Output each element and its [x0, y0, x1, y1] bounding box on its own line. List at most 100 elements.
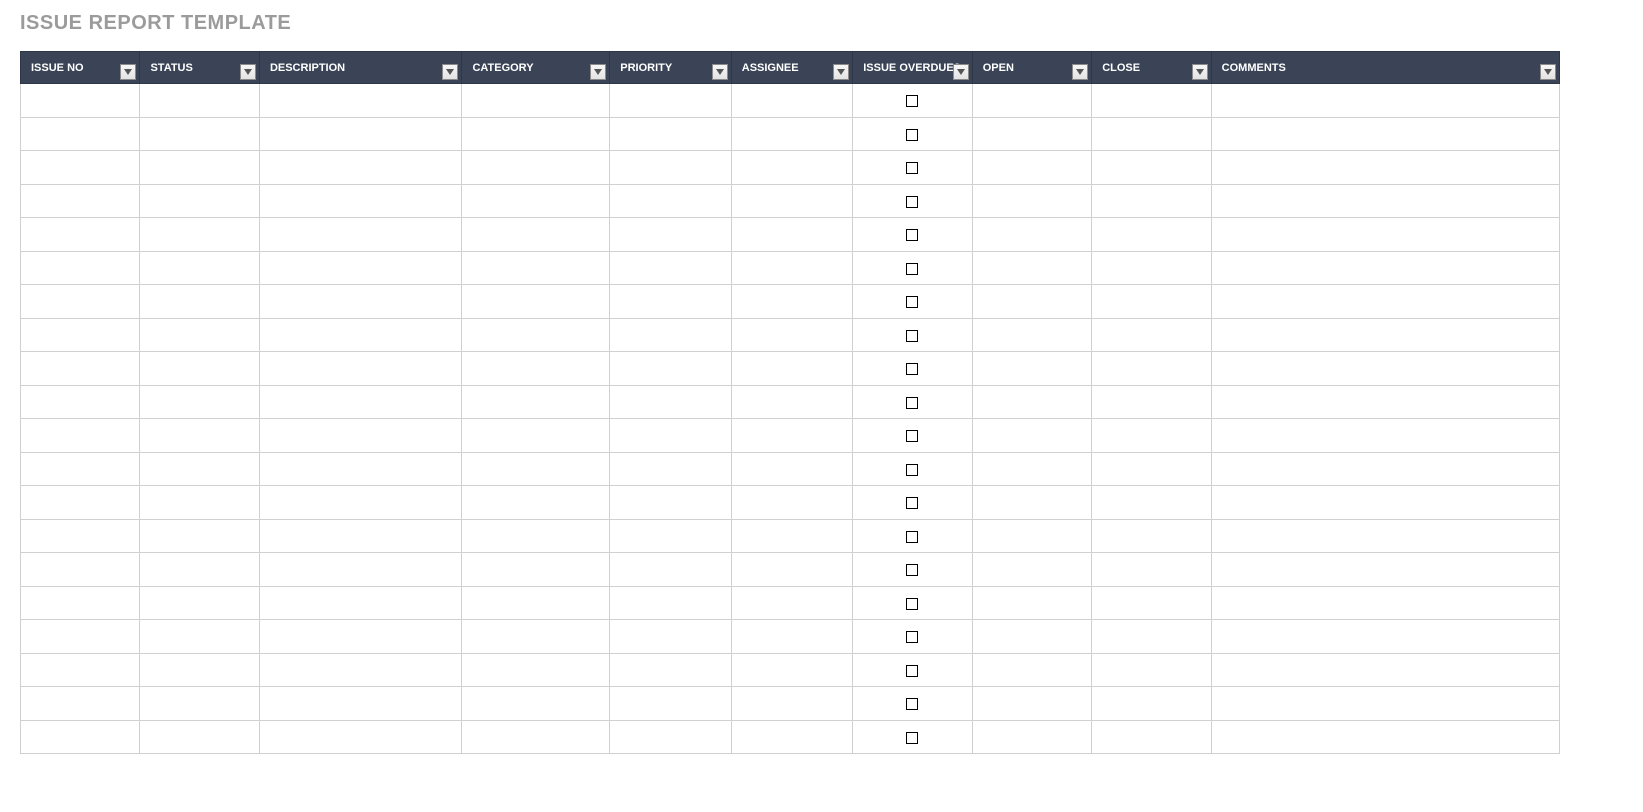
cell-issue-no[interactable]: [21, 184, 140, 218]
cell-status[interactable]: [140, 184, 259, 218]
cell-description[interactable]: [259, 687, 462, 721]
cell-close[interactable]: [1092, 251, 1211, 285]
cell-priority[interactable]: [610, 452, 732, 486]
cell-description[interactable]: [259, 519, 462, 553]
cell-description[interactable]: [259, 419, 462, 453]
cell-open[interactable]: [972, 519, 1091, 553]
cell-close[interactable]: [1092, 620, 1211, 654]
cell-issue-overdue[interactable]: [853, 318, 972, 352]
cell-issue-no[interactable]: [21, 218, 140, 252]
cell-priority[interactable]: [610, 486, 732, 520]
cell-category[interactable]: [462, 687, 610, 721]
cell-priority[interactable]: [610, 84, 732, 118]
cell-assignee[interactable]: [731, 687, 853, 721]
cell-assignee[interactable]: [731, 385, 853, 419]
cell-assignee[interactable]: [731, 318, 853, 352]
cell-close[interactable]: [1092, 84, 1211, 118]
cell-priority[interactable]: [610, 218, 732, 252]
cell-assignee[interactable]: [731, 117, 853, 151]
cell-assignee[interactable]: [731, 519, 853, 553]
cell-priority[interactable]: [610, 620, 732, 654]
filter-dropdown-icon[interactable]: [442, 64, 458, 80]
filter-dropdown-icon[interactable]: [1540, 64, 1556, 80]
cell-close[interactable]: [1092, 318, 1211, 352]
cell-open[interactable]: [972, 318, 1091, 352]
cell-category[interactable]: [462, 620, 610, 654]
cell-category[interactable]: [462, 352, 610, 386]
cell-issue-no[interactable]: [21, 452, 140, 486]
cell-issue-no[interactable]: [21, 151, 140, 185]
cell-issue-overdue[interactable]: [853, 586, 972, 620]
overdue-checkbox[interactable]: [906, 598, 918, 610]
cell-category[interactable]: [462, 184, 610, 218]
cell-assignee[interactable]: [731, 352, 853, 386]
cell-open[interactable]: [972, 620, 1091, 654]
cell-priority[interactable]: [610, 352, 732, 386]
cell-close[interactable]: [1092, 218, 1211, 252]
cell-issue-no[interactable]: [21, 720, 140, 754]
cell-issue-no[interactable]: [21, 687, 140, 721]
cell-close[interactable]: [1092, 184, 1211, 218]
cell-open[interactable]: [972, 352, 1091, 386]
cell-comments[interactable]: [1211, 586, 1559, 620]
overdue-checkbox[interactable]: [906, 196, 918, 208]
overdue-checkbox[interactable]: [906, 95, 918, 107]
overdue-checkbox[interactable]: [906, 397, 918, 409]
cell-description[interactable]: [259, 720, 462, 754]
overdue-checkbox[interactable]: [906, 631, 918, 643]
cell-status[interactable]: [140, 352, 259, 386]
cell-issue-overdue[interactable]: [853, 285, 972, 319]
cell-category[interactable]: [462, 486, 610, 520]
cell-close[interactable]: [1092, 553, 1211, 587]
cell-comments[interactable]: [1211, 151, 1559, 185]
cell-close[interactable]: [1092, 117, 1211, 151]
cell-priority[interactable]: [610, 687, 732, 721]
overdue-checkbox[interactable]: [906, 698, 918, 710]
cell-status[interactable]: [140, 653, 259, 687]
cell-issue-no[interactable]: [21, 285, 140, 319]
cell-category[interactable]: [462, 586, 610, 620]
cell-issue-no[interactable]: [21, 620, 140, 654]
cell-issue-overdue[interactable]: [853, 720, 972, 754]
cell-comments[interactable]: [1211, 84, 1559, 118]
cell-issue-overdue[interactable]: [853, 519, 972, 553]
cell-description[interactable]: [259, 452, 462, 486]
cell-status[interactable]: [140, 318, 259, 352]
cell-open[interactable]: [972, 151, 1091, 185]
cell-status[interactable]: [140, 285, 259, 319]
cell-status[interactable]: [140, 586, 259, 620]
cell-open[interactable]: [972, 586, 1091, 620]
cell-close[interactable]: [1092, 452, 1211, 486]
cell-comments[interactable]: [1211, 285, 1559, 319]
cell-issue-overdue[interactable]: [853, 553, 972, 587]
cell-category[interactable]: [462, 117, 610, 151]
cell-category[interactable]: [462, 318, 610, 352]
filter-dropdown-icon[interactable]: [240, 64, 256, 80]
cell-priority[interactable]: [610, 385, 732, 419]
filter-dropdown-icon[interactable]: [120, 64, 136, 80]
cell-open[interactable]: [972, 553, 1091, 587]
filter-dropdown-icon[interactable]: [833, 64, 849, 80]
cell-comments[interactable]: [1211, 687, 1559, 721]
cell-status[interactable]: [140, 251, 259, 285]
cell-open[interactable]: [972, 486, 1091, 520]
cell-assignee[interactable]: [731, 218, 853, 252]
cell-status[interactable]: [140, 720, 259, 754]
cell-issue-no[interactable]: [21, 419, 140, 453]
cell-category[interactable]: [462, 285, 610, 319]
cell-comments[interactable]: [1211, 318, 1559, 352]
cell-issue-no[interactable]: [21, 486, 140, 520]
overdue-checkbox[interactable]: [906, 464, 918, 476]
cell-open[interactable]: [972, 385, 1091, 419]
cell-assignee[interactable]: [731, 486, 853, 520]
cell-description[interactable]: [259, 385, 462, 419]
cell-description[interactable]: [259, 117, 462, 151]
cell-issue-overdue[interactable]: [853, 151, 972, 185]
cell-issue-no[interactable]: [21, 553, 140, 587]
cell-assignee[interactable]: [731, 285, 853, 319]
cell-close[interactable]: [1092, 653, 1211, 687]
cell-close[interactable]: [1092, 486, 1211, 520]
cell-issue-no[interactable]: [21, 251, 140, 285]
cell-comments[interactable]: [1211, 553, 1559, 587]
overdue-checkbox[interactable]: [906, 229, 918, 241]
